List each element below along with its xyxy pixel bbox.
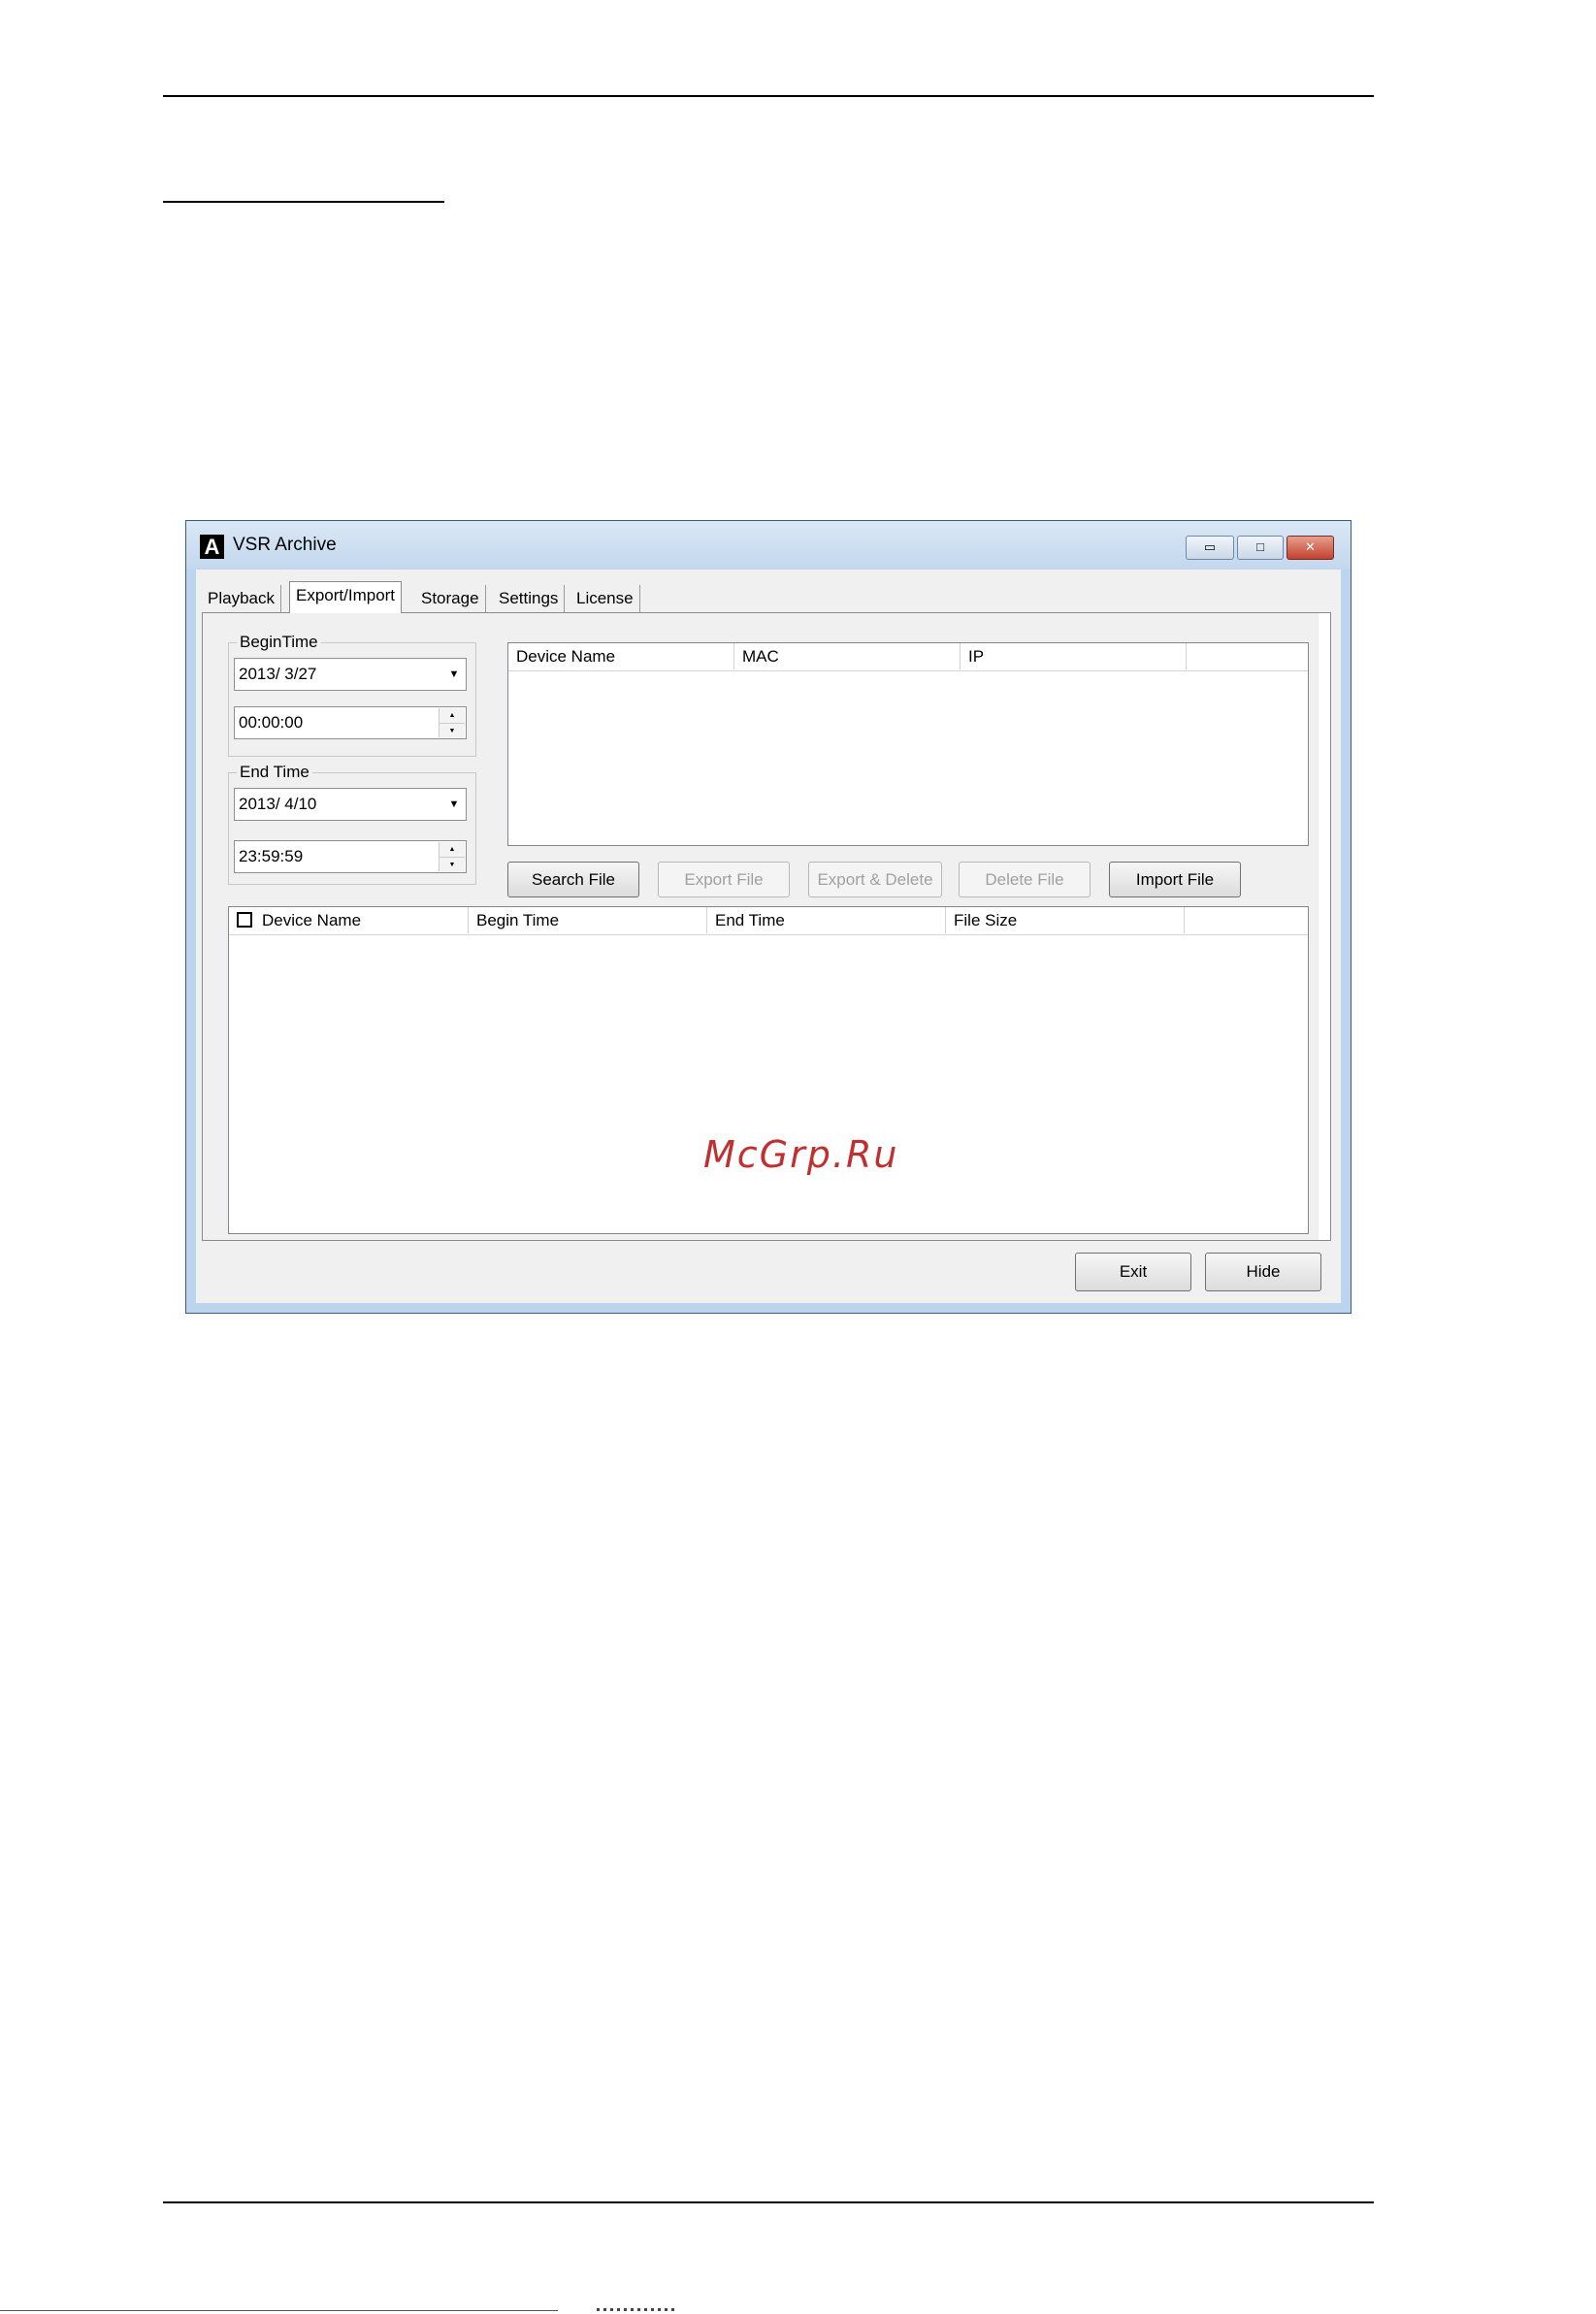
col-filler: [1187, 643, 1308, 669]
col-device-name[interactable]: Device Name: [508, 643, 734, 669]
col-file-device-name-label: Device Name: [262, 911, 362, 929]
end-time-spin-buttons: ▲ ▼: [439, 842, 465, 872]
begin-time-value: 00:00:00: [239, 713, 304, 732]
hide-button[interactable]: Hide: [1205, 1253, 1321, 1291]
spin-down-icon[interactable]: ▼: [440, 858, 465, 872]
file-list-header: Device Name Begin Time End Time File Siz…: [229, 907, 1308, 935]
col-end-time[interactable]: End Time: [707, 907, 946, 933]
client-area: Playback Export/Import Storage Settings …: [196, 570, 1341, 1303]
scan-artifact-marks: [597, 2308, 674, 2311]
end-date-picker[interactable]: 2013/ 4/10 ▼: [234, 788, 467, 821]
begin-date-picker[interactable]: 2013/ 3/27 ▼: [234, 658, 467, 691]
end-time-legend: End Time: [240, 763, 309, 781]
spin-down-icon[interactable]: ▼: [440, 724, 465, 738]
begin-time-spin-buttons: ▲ ▼: [439, 708, 465, 738]
section-underline: [163, 201, 444, 203]
begin-time-legend: BeginTime: [240, 633, 318, 651]
vsr-archive-window: A VSR Archive ▭ □ ✕ Playback Export/Impo…: [185, 520, 1352, 1314]
tab-storage[interactable]: Storage: [415, 585, 486, 612]
begin-time-stepper[interactable]: 00:00:00 ▲ ▼: [234, 706, 467, 739]
col-file-filler: [1185, 907, 1308, 933]
col-file-size[interactable]: File Size: [946, 907, 1185, 933]
delete-file-button[interactable]: Delete File: [959, 862, 1091, 897]
tab-settings[interactable]: Settings: [493, 585, 566, 612]
spin-up-icon[interactable]: ▲: [440, 842, 465, 858]
page-top-rule: [163, 95, 1374, 97]
spin-up-icon[interactable]: ▲: [440, 708, 465, 724]
end-date-value: 2013/ 4/10: [239, 795, 317, 813]
device-list[interactable]: Device Name MAC IP: [507, 642, 1309, 846]
file-list[interactable]: Device Name Begin Time End Time File Siz…: [228, 906, 1309, 1234]
tab-license[interactable]: License: [570, 585, 640, 612]
page-bottom-rule: [163, 2201, 1374, 2203]
chevron-down-icon[interactable]: ▼: [443, 660, 465, 689]
close-button[interactable]: ✕: [1287, 536, 1334, 560]
exit-button[interactable]: Exit: [1075, 1253, 1191, 1291]
col-begin-time[interactable]: Begin Time: [469, 907, 707, 933]
minimize-button[interactable]: ▭: [1186, 536, 1234, 560]
tab-playback[interactable]: Playback: [202, 585, 281, 612]
col-file-device-name[interactable]: Device Name: [229, 907, 469, 933]
export-delete-button[interactable]: Export & Delete: [808, 862, 942, 897]
col-ip[interactable]: IP: [961, 643, 1187, 669]
action-buttons: Search File Export File Export & Delete …: [507, 862, 1245, 897]
tab-export-import[interactable]: Export/Import: [289, 581, 403, 613]
device-list-header: Device Name MAC IP: [508, 643, 1308, 671]
begin-date-value: 2013/ 3/27: [239, 665, 317, 683]
window-title: VSR Archive: [233, 535, 337, 555]
import-file-button[interactable]: Import File: [1109, 862, 1241, 897]
app-logo-icon: A: [200, 535, 224, 559]
maximize-button[interactable]: □: [1237, 536, 1284, 560]
col-mac[interactable]: MAC: [734, 643, 961, 669]
title-bar[interactable]: A VSR Archive ▭ □ ✕: [186, 521, 1351, 570]
scan-artifact-line: [0, 2310, 558, 2311]
export-file-button[interactable]: Export File: [658, 862, 790, 897]
select-all-checkbox[interactable]: [237, 912, 252, 928]
end-time-value: 23:59:59: [239, 847, 304, 865]
watermark: McGrp.Ru: [703, 1133, 899, 1176]
end-time-stepper[interactable]: 23:59:59 ▲ ▼: [234, 840, 467, 873]
search-file-button[interactable]: Search File: [507, 862, 639, 897]
chevron-down-icon[interactable]: ▼: [443, 790, 465, 819]
